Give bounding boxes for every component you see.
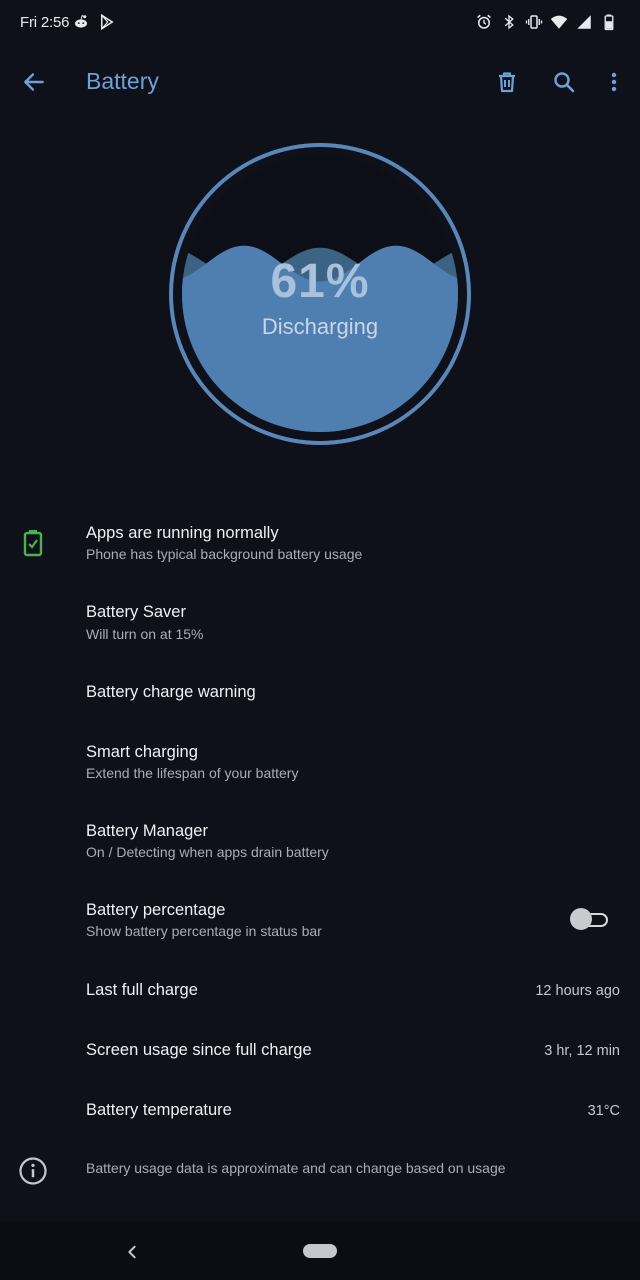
list-item-subtitle: Will turn on at 15%: [86, 626, 204, 642]
list-item-battery-charge-warning[interactable]: Battery charge warning: [0, 664, 640, 734]
battery-icon: [600, 13, 618, 31]
back-button[interactable]: [14, 62, 54, 102]
nav-back-button[interactable]: [118, 1238, 146, 1266]
list-item-subtitle: Extend the lifespan of your battery: [86, 765, 299, 781]
list-item-value: 3 hr, 12 min: [544, 1043, 620, 1059]
more-vert-icon: [611, 72, 617, 92]
vibrate-icon: [525, 13, 543, 31]
delete-button[interactable]: [487, 62, 527, 102]
status-time: Fri 2:56: [20, 14, 70, 31]
play-store-icon: [98, 13, 116, 31]
list-item-title: Battery Saver: [86, 603, 186, 621]
list-item-smart-charging[interactable]: Smart charging Extend the lifespan of yo…: [0, 735, 640, 805]
app-bar: Battery: [0, 48, 640, 116]
list-item-title: Smart charging: [86, 743, 198, 761]
usage-disclaimer-text: Battery usage data is approximate and ca…: [86, 1160, 506, 1176]
status-bar: Fri 2:56: [0, 0, 640, 48]
system-nav-bar: [0, 1222, 640, 1280]
list-item-value: 31°C: [587, 1103, 620, 1119]
list-item-value: 12 hours ago: [535, 983, 620, 999]
list-item-subtitle: On / Detecting when apps drain battery: [86, 844, 329, 860]
list-item-title: Battery charge warning: [86, 683, 256, 701]
info-icon: [18, 1156, 48, 1186]
nav-home-pill[interactable]: [303, 1244, 337, 1258]
list-item-title: Battery percentage: [86, 901, 226, 919]
reddit-icon: [72, 13, 90, 31]
battery-settings-screen: Fri 2:56 Battery 61% Discharging Apps ar…: [0, 0, 640, 1280]
list-item-subtitle: Phone has typical background battery usa…: [86, 546, 363, 562]
battery-percent-text: 61%: [270, 255, 370, 308]
search-icon: [554, 72, 575, 93]
list-item-subtitle: Show battery percentage in status bar: [86, 923, 322, 939]
list-item-title: Screen usage since full charge: [86, 1041, 312, 1059]
battery-level-gauge: 61% Discharging: [168, 142, 472, 446]
bluetooth-icon: [500, 13, 518, 31]
list-item-battery-percentage[interactable]: Battery percentage Show battery percenta…: [0, 894, 640, 964]
battery-check-icon: [18, 528, 48, 558]
more-options-button[interactable]: [594, 62, 634, 102]
battery-status-text: Discharging: [261, 314, 379, 339]
list-item-title: Battery Manager: [86, 822, 208, 840]
signal-icon: [575, 13, 593, 31]
chevron-left-icon: [128, 1245, 136, 1259]
list-item-battery-temperature[interactable]: Battery temperature 31°C: [0, 1082, 640, 1152]
page-title: Battery: [86, 68, 159, 94]
search-button[interactable]: [544, 62, 584, 102]
list-item-battery-saver[interactable]: Battery Saver Will turn on at 15%: [0, 596, 640, 666]
list-item-title: Apps are running normally: [86, 524, 279, 542]
list-item-title: Last full charge: [86, 981, 198, 999]
alarm-icon: [475, 13, 493, 31]
list-item-title: Battery temperature: [86, 1101, 232, 1119]
battery-percentage-toggle[interactable]: [570, 908, 610, 930]
list-item-battery-manager[interactable]: Battery Manager On / Detecting when apps…: [0, 815, 640, 885]
arrow-back-icon: [24, 73, 44, 91]
list-item-apps-running[interactable]: Apps are running normally Phone has typi…: [0, 516, 640, 586]
toggle-thumb: [570, 908, 592, 930]
delete-icon: [499, 72, 515, 93]
wifi-icon: [550, 13, 568, 31]
